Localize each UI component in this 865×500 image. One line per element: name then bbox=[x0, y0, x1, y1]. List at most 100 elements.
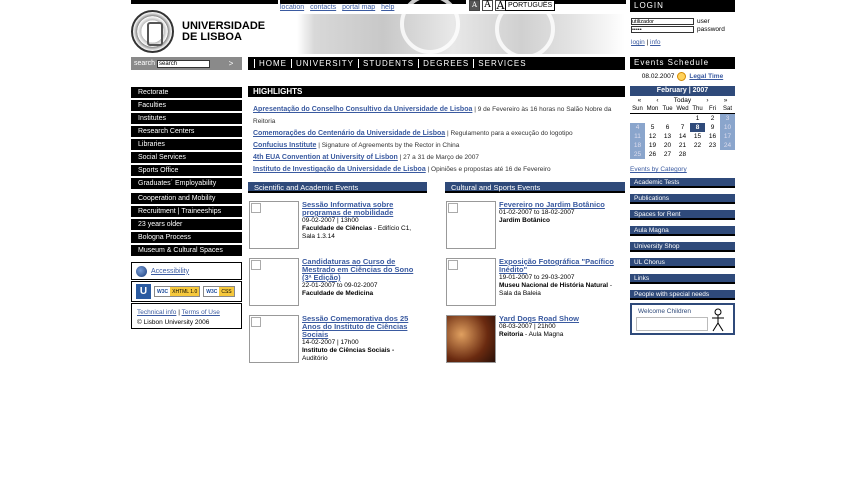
login-link[interactable]: login bbox=[631, 39, 645, 46]
contacts-link[interactable]: contacts bbox=[310, 4, 336, 11]
calendar-day[interactable]: 5 bbox=[645, 123, 660, 132]
menu-item-libraries[interactable]: Libraries bbox=[131, 139, 242, 150]
help-link[interactable]: help bbox=[381, 4, 394, 11]
legal-time-link[interactable]: Legal Time bbox=[689, 73, 723, 80]
portal-map-link[interactable]: portal map bbox=[342, 4, 375, 11]
calendar-today[interactable]: Today bbox=[674, 96, 691, 105]
calendar-day[interactable]: 3 bbox=[720, 114, 735, 123]
link-spaces-for-rent[interactable]: Spaces for Rent bbox=[630, 210, 735, 220]
font-medium-button[interactable]: A bbox=[482, 0, 493, 11]
calendar-day[interactable]: 11 bbox=[630, 132, 645, 141]
calendar-day[interactable]: 25 bbox=[630, 150, 645, 159]
calendar-prev-month[interactable]: ‹ bbox=[656, 96, 658, 105]
password-input[interactable] bbox=[631, 26, 694, 33]
menu-item-museum[interactable]: Museum & Cultural Spaces bbox=[131, 245, 242, 256]
menu-item-social-services[interactable]: Social Services bbox=[131, 152, 242, 163]
university-logo[interactable]: UNIVERSIDADE DE LISBOA bbox=[131, 10, 265, 53]
events-by-category-link[interactable]: Events by Category bbox=[630, 166, 687, 173]
calendar-day[interactable]: 27 bbox=[660, 150, 675, 159]
link-publications[interactable]: Publications bbox=[630, 194, 735, 204]
menu-item-23-years-older[interactable]: 23 years older bbox=[131, 219, 242, 230]
nav-university[interactable]: UNIVERSITY bbox=[291, 59, 358, 68]
calendar-day[interactable]: 18 bbox=[630, 141, 645, 150]
link-ul-chorus[interactable]: UL Chorus bbox=[630, 258, 735, 268]
calendar-day[interactable]: 15 bbox=[690, 132, 705, 141]
calendar-day[interactable]: 24 bbox=[720, 141, 735, 150]
event-thumbnail[interactable] bbox=[249, 315, 299, 363]
menu-item-graduates-employability[interactable]: Graduates´ Employability bbox=[131, 178, 242, 189]
info-link[interactable]: info bbox=[650, 39, 660, 46]
menu-item-rectorate[interactable]: Rectorate bbox=[131, 87, 242, 98]
language-button[interactable]: PORTUGUÊS bbox=[505, 0, 556, 11]
calendar-day[interactable]: 17 bbox=[720, 132, 735, 141]
location-link[interactable]: location bbox=[280, 4, 304, 11]
font-small-button[interactable]: A bbox=[469, 0, 480, 11]
calendar-day[interactable]: 16 bbox=[705, 132, 720, 141]
css-badge[interactable]: W3C CSS bbox=[203, 286, 235, 297]
terms-link[interactable]: Terms of Use bbox=[182, 309, 220, 316]
calendar-day[interactable]: 6 bbox=[660, 123, 675, 132]
technical-info-link[interactable]: Technical info bbox=[137, 309, 176, 316]
nav-degrees[interactable]: DEGREES bbox=[418, 59, 473, 68]
calendar-day[interactable]: 22 bbox=[690, 141, 705, 150]
menu-item-faculties[interactable]: Faculties bbox=[131, 100, 242, 111]
calendar-day[interactable]: 7 bbox=[675, 123, 690, 132]
nav-home[interactable]: HOME bbox=[254, 59, 291, 68]
welcome-children-banner[interactable]: Welcome Children bbox=[630, 303, 735, 335]
highlight-link[interactable]: Apresentação do Conselho Consultivo da U… bbox=[253, 106, 472, 113]
nav-students[interactable]: STUDENTS bbox=[358, 59, 418, 68]
calendar-day[interactable]: 26 bbox=[645, 150, 660, 159]
event-title-link[interactable]: Yard Dogs Road Show bbox=[499, 315, 621, 323]
calendar-day[interactable]: 12 bbox=[645, 132, 660, 141]
calendar-day[interactable]: 8 bbox=[690, 123, 705, 132]
event-photo[interactable] bbox=[446, 315, 496, 363]
menu-item-cooperation[interactable]: Cooperation and Mobility bbox=[131, 193, 242, 204]
calendar-day[interactable]: 13 bbox=[660, 132, 675, 141]
link-special-needs[interactable]: People with special needs bbox=[630, 290, 735, 300]
calendar-day[interactable]: 23 bbox=[705, 141, 720, 150]
accessibility-link[interactable]: Accessibility bbox=[151, 268, 189, 275]
calendar-day[interactable]: 2 bbox=[705, 114, 720, 123]
menu-item-bologna-process[interactable]: Bologna Process bbox=[131, 232, 242, 243]
highlight-link[interactable]: Confucius Institute bbox=[253, 142, 316, 149]
event-title-link[interactable]: Candidaturas ao Curso de Mestrado em Ciê… bbox=[302, 258, 424, 282]
u-badge[interactable]: U bbox=[136, 284, 151, 299]
event-thumbnail[interactable] bbox=[249, 201, 299, 249]
search-go-button[interactable]: > bbox=[225, 59, 237, 68]
calendar-next-month[interactable]: › bbox=[706, 96, 708, 105]
link-university-shop[interactable]: University Shop bbox=[630, 242, 735, 252]
calendar-day[interactable]: 10 bbox=[720, 123, 735, 132]
calendar-day[interactable]: 21 bbox=[675, 141, 690, 150]
highlight-link[interactable]: Comemorações do Centenário da Universida… bbox=[253, 130, 445, 137]
xhtml-badge[interactable]: W3C XHTML 1.0 bbox=[154, 286, 201, 297]
calendar-next-year[interactable]: » bbox=[724, 96, 728, 105]
calendar-day[interactable]: 28 bbox=[675, 150, 690, 159]
menu-item-research-centers[interactable]: Research Centers bbox=[131, 126, 242, 137]
schedule-date: 08.02.2007 bbox=[641, 73, 675, 80]
menu-item-recruitment[interactable]: Recruitment | Traineeships bbox=[131, 206, 242, 217]
menu-item-institutes[interactable]: Institutes bbox=[131, 113, 242, 124]
calendar-prev-year[interactable]: « bbox=[638, 96, 642, 105]
link-academic-tests[interactable]: Academic Tests bbox=[630, 178, 735, 188]
menu-item-sports-office[interactable]: Sports Office bbox=[131, 165, 242, 176]
link-links[interactable]: Links bbox=[630, 274, 735, 284]
event-title-link[interactable]: Sessão Informativa sobre programas de mo… bbox=[302, 201, 424, 217]
highlight-link[interactable]: 4th EUA Convention at University of Lisb… bbox=[253, 154, 398, 161]
nav-services[interactable]: SERVICES bbox=[473, 59, 530, 68]
event-thumbnail[interactable] bbox=[446, 258, 496, 306]
calendar-day[interactable]: 4 bbox=[630, 123, 645, 132]
event-title-link[interactable]: Exposição Fotográfica "Pacífico Inédito" bbox=[499, 258, 621, 274]
calendar-day[interactable]: 14 bbox=[675, 132, 690, 141]
event-title-link[interactable]: Fevereiro no Jardim Botânico bbox=[499, 201, 621, 209]
event-thumbnail[interactable] bbox=[446, 201, 496, 249]
link-aula-magna[interactable]: Aula Magna bbox=[630, 226, 735, 236]
calendar-day[interactable]: 20 bbox=[660, 141, 675, 150]
calendar-day[interactable]: 1 bbox=[690, 114, 705, 123]
event-thumbnail[interactable] bbox=[249, 258, 299, 306]
calendar-day[interactable]: 9 bbox=[705, 123, 720, 132]
calendar-day[interactable]: 19 bbox=[645, 141, 660, 150]
event-title-link[interactable]: Sessão Comemorativa dos 25 Anos do Insti… bbox=[302, 315, 424, 339]
search-input[interactable] bbox=[157, 59, 211, 68]
username-input[interactable] bbox=[631, 18, 694, 25]
highlight-link[interactable]: Instituto de Investigação da Universidad… bbox=[253, 166, 426, 173]
